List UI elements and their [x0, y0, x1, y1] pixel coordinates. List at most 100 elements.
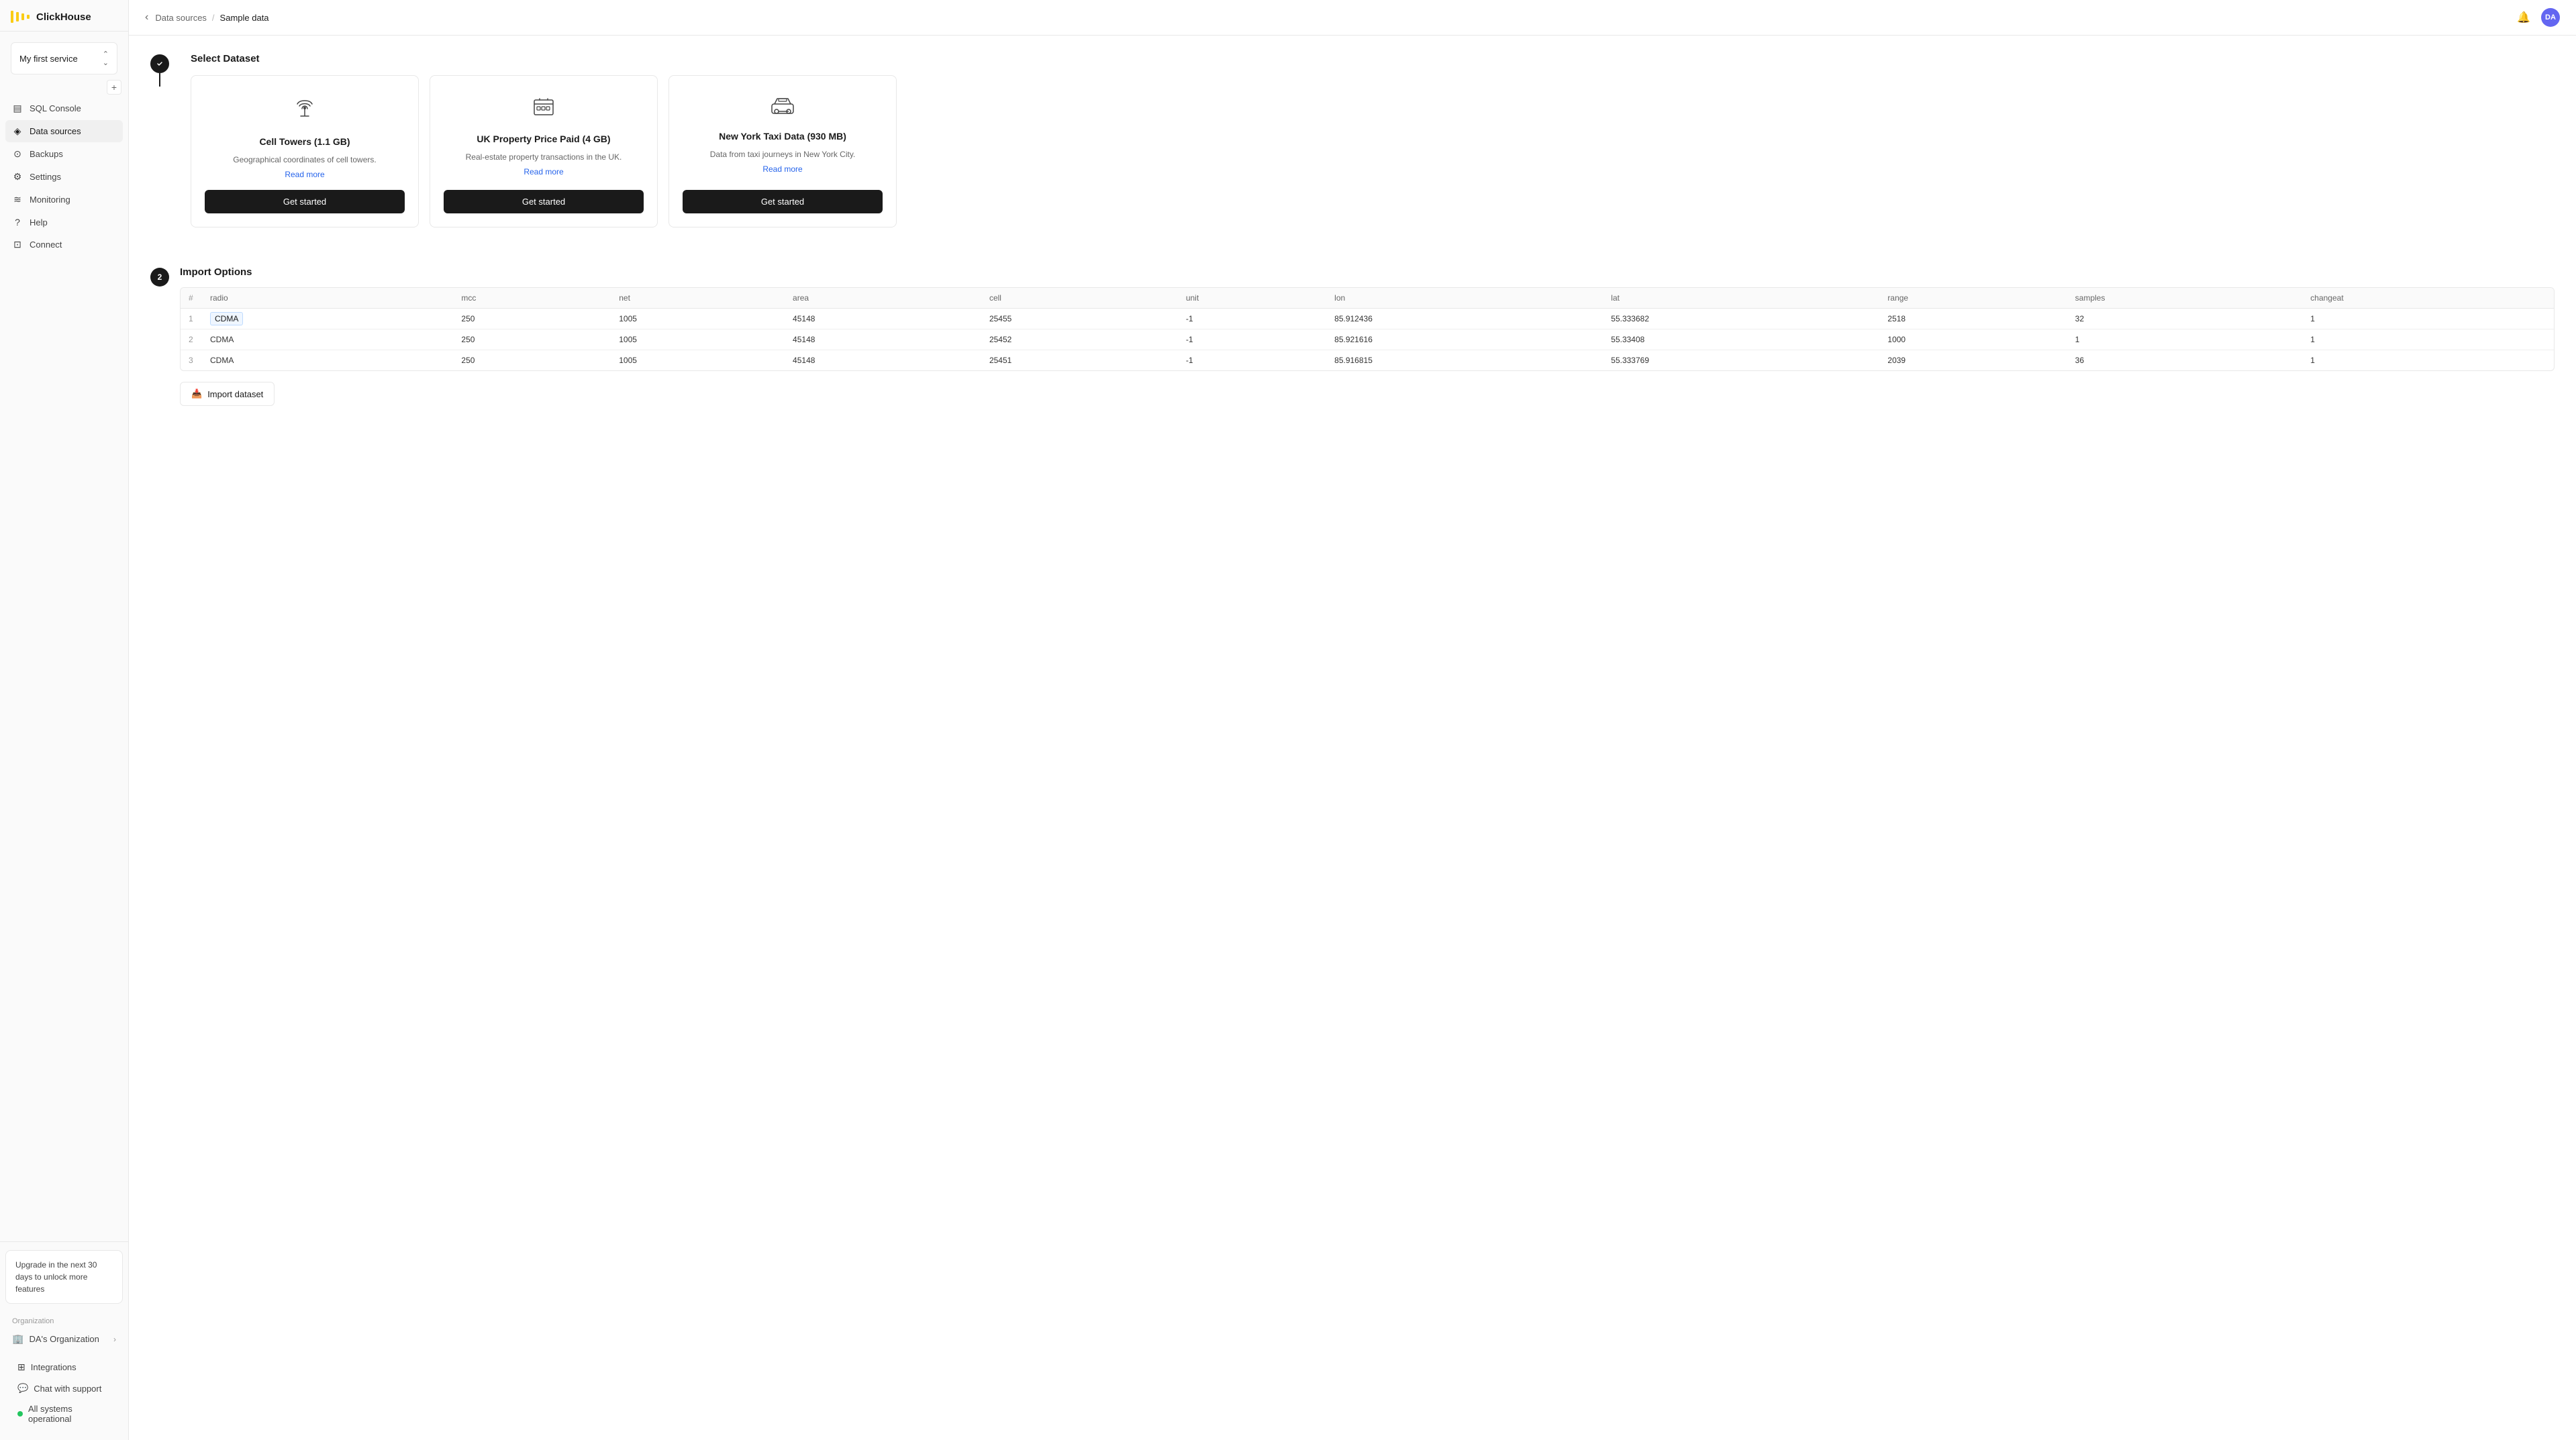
cell-area: 45148 — [785, 309, 981, 329]
cell-samples: 1 — [2067, 329, 2303, 350]
settings-icon: ⚙ — [12, 171, 23, 183]
logo-icon — [11, 11, 31, 23]
sidebar-item-sql-console[interactable]: ▤ SQL Console — [5, 97, 123, 119]
uk-property-get-started-button[interactable]: Get started — [444, 190, 644, 213]
logo-bar-4 — [27, 15, 30, 19]
main-content: ‹ Data sources / Sample data 🔔 DA — [129, 0, 2576, 1440]
card-cell-towers-link[interactable]: Read more — [285, 170, 324, 179]
col-header-num: # — [181, 288, 202, 309]
breadcrumb-parent[interactable]: Data sources — [155, 13, 207, 23]
sidebar-item-settings[interactable]: ⚙ Settings — [5, 166, 123, 188]
chat-support-link[interactable]: 💬 Chat with support — [11, 1378, 117, 1398]
upgrade-banner: Upgrade in the next 30 days to unlock mo… — [5, 1250, 123, 1304]
card-ny-taxi-desc: Data from taxi journeys in New York City… — [710, 148, 856, 160]
cell-range: 2518 — [1879, 309, 2067, 329]
sidebar-item-data-sources-label: Data sources — [30, 126, 81, 136]
service-selector[interactable]: My first service ⌃⌄ — [11, 42, 117, 74]
cell-towers-get-started-button[interactable]: Get started — [205, 190, 405, 213]
service-name: My first service — [19, 54, 78, 64]
logo-bar-3 — [21, 13, 24, 20]
col-header-net: net — [611, 288, 785, 309]
cell-num: 3 — [181, 350, 202, 371]
card-ny-taxi-link[interactable]: Read more — [762, 164, 802, 174]
cell-lat: 55.33408 — [1603, 329, 1879, 350]
upgrade-text: Upgrade in the next 30 days to unlock mo… — [15, 1260, 97, 1294]
step2-title: Import Options — [180, 265, 2555, 278]
connect-icon: ⊡ — [12, 239, 23, 250]
page-body: Select Dataset — [129, 36, 2576, 422]
sidebar-item-monitoring[interactable]: ≋ Monitoring — [5, 189, 123, 211]
org-section: Organization 🏢 DA's Organization › — [5, 1315, 123, 1354]
sidebar-item-data-sources[interactable]: ◈ Data sources — [5, 120, 123, 142]
col-header-area: area — [785, 288, 981, 309]
sidebar-item-connect[interactable]: ⊡ Connect — [5, 234, 123, 256]
import-dataset-icon: 📥 — [191, 389, 202, 399]
table-row: 1CDMA25010054514825455-185.91243655.3336… — [181, 309, 2554, 329]
step2-row: 2 Import Options # radio mcc — [150, 265, 2555, 406]
integrations-label: Integrations — [31, 1362, 77, 1372]
table-row: 3CDMA25010054514825451-185.91681555.3337… — [181, 350, 2554, 371]
sidebar-item-backups-label: Backups — [30, 149, 63, 159]
cell-range: 2039 — [1879, 350, 2067, 371]
sidebar-item-monitoring-label: Monitoring — [30, 195, 70, 205]
topbar-right: 🔔 DA — [2517, 8, 2560, 27]
sidebar-bottom: Upgrade in the next 30 days to unlock mo… — [0, 1241, 128, 1440]
step1-timeline — [150, 52, 169, 87]
card-uk-property-title: UK Property Price Paid (4 GB) — [477, 134, 610, 144]
sidebar-item-backups[interactable]: ⊙ Backups — [5, 143, 123, 165]
cell-unit: -1 — [1178, 309, 1326, 329]
cell-net: 1005 — [611, 309, 785, 329]
status-dot-icon — [17, 1411, 23, 1417]
cell-samples: 36 — [2067, 350, 2303, 371]
step2-content: Import Options # radio mcc net area — [180, 265, 2555, 406]
step2-timeline: 2 — [150, 265, 169, 287]
cell-lon: 85.921616 — [1326, 329, 1603, 350]
backups-icon: ⊙ — [12, 148, 23, 160]
sql-console-icon: ▤ — [12, 103, 23, 114]
cell-changeat: 1 — [2302, 350, 2554, 371]
col-header-changeat: changeat — [2302, 288, 2554, 309]
import-dataset-label: Import dataset — [207, 389, 263, 399]
status-link[interactable]: All systems operational — [11, 1399, 117, 1429]
col-header-unit: unit — [1178, 288, 1326, 309]
card-cell-towers: Cell Towers (1.1 GB) Geographical coordi… — [191, 75, 419, 227]
cell-mcc: 250 — [453, 329, 611, 350]
step2-circle: 2 — [150, 268, 169, 287]
col-header-samples: samples — [2067, 288, 2303, 309]
cell-unit: -1 — [1178, 350, 1326, 371]
card-uk-property: UK Property Price Paid (4 GB) Real-estat… — [430, 75, 658, 227]
cell-samples: 32 — [2067, 309, 2303, 329]
cell-cell: 25451 — [981, 350, 1178, 371]
cell-range: 1000 — [1879, 329, 2067, 350]
card-cell-towers-title: Cell Towers (1.1 GB) — [259, 136, 350, 147]
cell-radio: CDMA — [202, 309, 453, 329]
table-header-row: # radio mcc net area cell unit lon lat — [181, 288, 2554, 309]
chat-support-label: Chat with support — [34, 1384, 101, 1394]
sidebar-item-help[interactable]: ? Help — [5, 211, 123, 233]
card-uk-property-link[interactable]: Read more — [524, 167, 563, 176]
avatar[interactable]: DA — [2541, 8, 2560, 27]
logo-bar-2 — [16, 12, 19, 21]
card-cell-towers-desc: Geographical coordinates of cell towers. — [233, 154, 376, 166]
cell-changeat: 1 — [2302, 309, 2554, 329]
ny-taxi-get-started-button[interactable]: Get started — [683, 190, 883, 213]
import-dataset-button[interactable]: 📥 Import dataset — [180, 382, 275, 406]
bottom-links: ⊞ Integrations 💬 Chat with support All s… — [5, 1354, 123, 1432]
cell-radio: CDMA — [202, 350, 453, 371]
logo-area: ClickHouse — [0, 0, 128, 32]
ny-taxi-icon — [769, 95, 796, 121]
card-ny-taxi-title: New York Taxi Data (930 MB) — [719, 131, 846, 142]
breadcrumb-back-button[interactable]: ‹ — [145, 11, 148, 23]
org-item[interactable]: 🏢 DA's Organization › — [12, 1329, 116, 1349]
cell-towers-icon — [293, 95, 317, 127]
add-service-button[interactable]: + — [107, 80, 121, 95]
col-header-lon: lon — [1326, 288, 1603, 309]
cell-lat: 55.333682 — [1603, 309, 1879, 329]
dataset-cards: Cell Towers (1.1 GB) Geographical coordi… — [191, 75, 2555, 227]
sidebar-nav: ▤ SQL Console ◈ Data sources ⊙ Backups ⚙… — [0, 95, 128, 1241]
cell-net: 1005 — [611, 329, 785, 350]
integrations-link[interactable]: ⊞ Integrations — [11, 1357, 117, 1378]
notification-bell-icon[interactable]: 🔔 — [2517, 11, 2530, 24]
col-header-range: range — [1879, 288, 2067, 309]
breadcrumb-current: Sample data — [220, 13, 269, 23]
